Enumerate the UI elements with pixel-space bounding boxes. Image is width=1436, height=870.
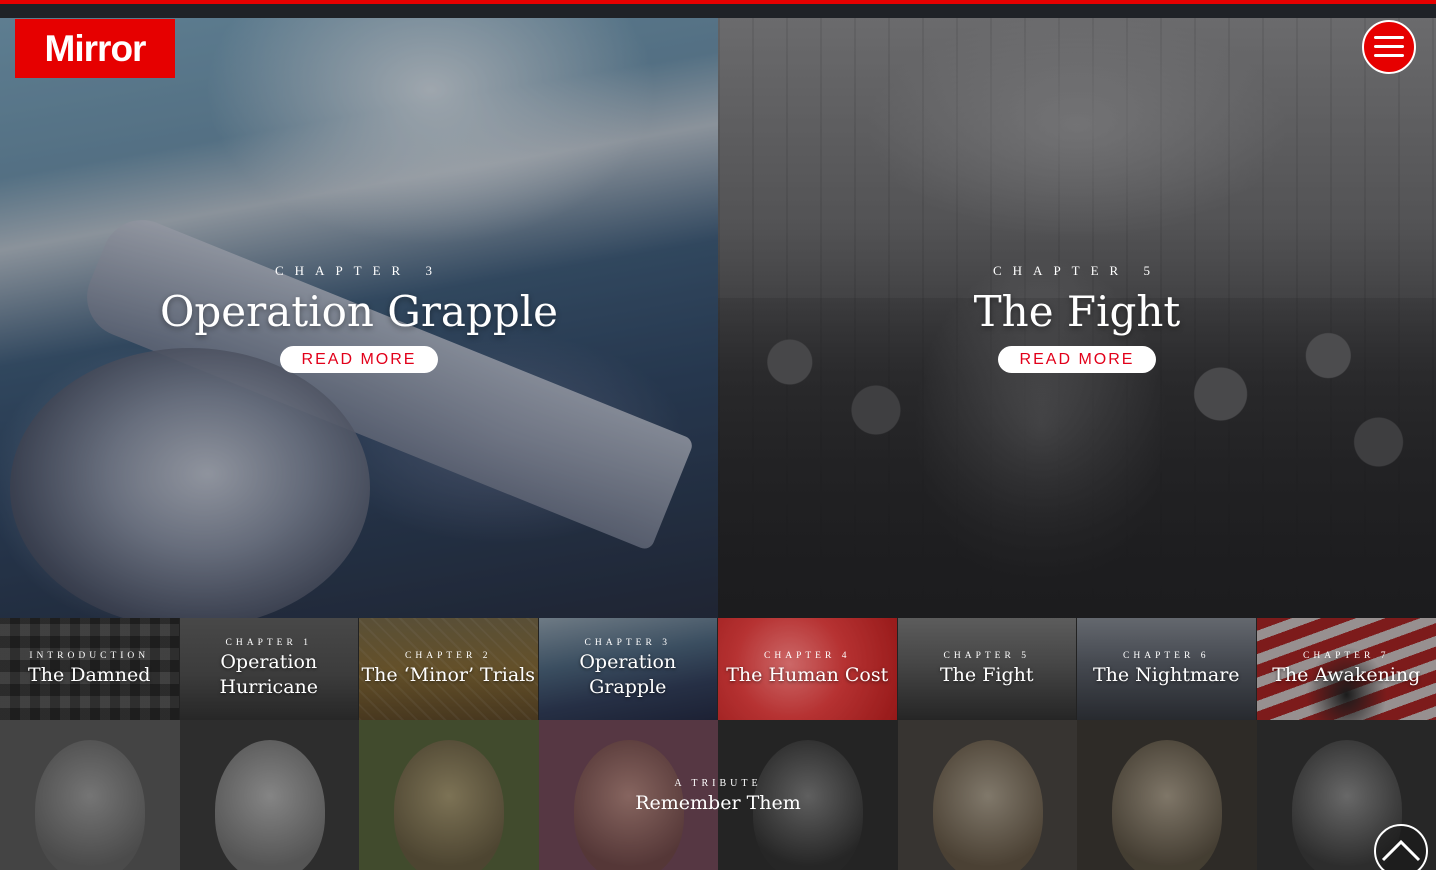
scroll-to-top-button[interactable] (1374, 824, 1428, 870)
chapter-kicker: INTRODUCTION (29, 650, 150, 661)
chapter-tile-3[interactable]: CHAPTER 3 Operation Grapple (538, 618, 718, 720)
hero-content: CHAPTER 3 Operation Grapple READ MORE (0, 263, 718, 373)
chapter-tile-1[interactable]: CHAPTER 1 Operation Hurricane (179, 618, 359, 720)
hero-chapter-3[interactable]: CHAPTER 3 Operation Grapple READ MORE (0, 18, 718, 618)
chapter-tile-7[interactable]: CHAPTER 7 The Awakening (1256, 618, 1436, 720)
hero-content: CHAPTER 5 The Fight READ MORE (718, 263, 1436, 373)
chapter-title: Operation Grapple (579, 651, 677, 698)
chevron-up-icon (1381, 839, 1421, 862)
chapter-title: The Damned (28, 663, 151, 686)
read-more-button[interactable]: READ MORE (997, 346, 1157, 373)
tribute-banner[interactable]: A TRIBUTE Remember Them (0, 720, 1436, 870)
chapter-title: Operation Hurricane (219, 651, 319, 698)
chapter-title: The Awakening (1272, 663, 1421, 686)
chapter-kicker: CHAPTER 1 (225, 638, 312, 648)
chapter-title: The Human Cost (726, 663, 889, 686)
chapter-title: The Nightmare (1092, 663, 1240, 686)
chapter-kicker: CHAPTER 7 (1303, 650, 1390, 661)
chapter-tile-6[interactable]: CHAPTER 6 The Nightmare (1077, 618, 1257, 720)
chapter-kicker: CHAPTER 6 (1123, 650, 1210, 661)
mirror-logo[interactable]: Mirror (15, 19, 175, 78)
accent-stripe (0, 0, 1436, 4)
read-more-button[interactable]: READ MORE (279, 346, 439, 373)
hero-title: The Fight (973, 287, 1181, 336)
hamburger-icon (1374, 36, 1404, 58)
chapter-title: The Fight (940, 663, 1034, 686)
chapter-tile-5[interactable]: CHAPTER 5 The Fight (897, 618, 1077, 720)
menu-button[interactable] (1362, 20, 1416, 74)
chapter-title: The ‘Minor’ Trials (361, 663, 536, 686)
chapter-tile-4[interactable]: CHAPTER 4 The Human Cost (718, 618, 898, 720)
chapter-kicker: CHAPTER 4 (764, 650, 851, 661)
chapter-kicker: CHAPTER 2 (405, 650, 492, 661)
chapter-tile-2[interactable]: CHAPTER 2 The ‘Minor’ Trials (359, 618, 539, 720)
chapter-kicker: CHAPTER 3 (584, 638, 671, 648)
top-bar (0, 0, 1436, 18)
hero-chapter-5[interactable]: CHAPTER 5 The Fight READ MORE (718, 18, 1436, 618)
hero-kicker: CHAPTER 3 (275, 263, 443, 278)
chapter-kicker: CHAPTER 5 (943, 650, 1030, 661)
chapter-navigation: INTRODUCTION The Damned CHAPTER 1 Operat… (0, 618, 1436, 720)
hero-title: Operation Grapple (159, 287, 558, 336)
hero-kicker: CHAPTER 5 (993, 263, 1161, 278)
chapter-tile-introduction[interactable]: INTRODUCTION The Damned (0, 618, 180, 720)
